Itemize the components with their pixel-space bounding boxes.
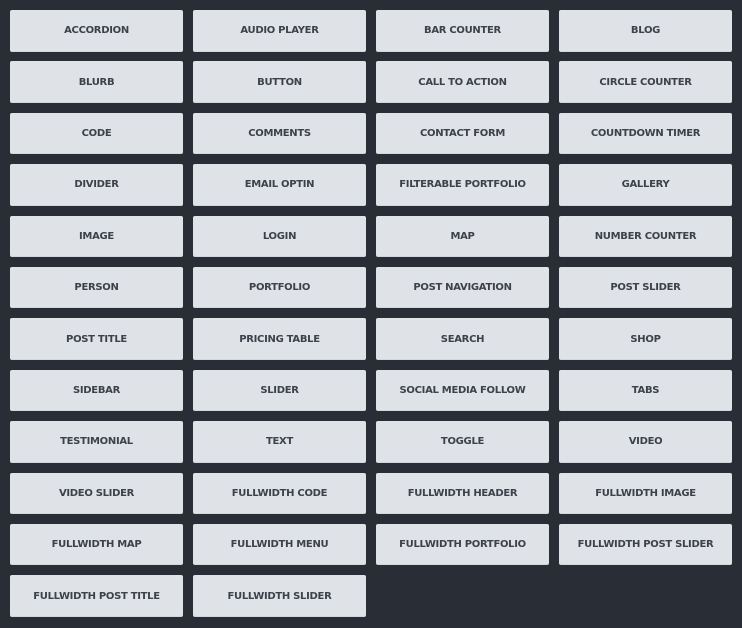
module-button-accordion[interactable]: ACCORDION <box>10 10 183 52</box>
module-button-fullwidth-portfolio[interactable]: FULLWIDTH PORTFOLIO <box>376 523 549 566</box>
module-button-text[interactable]: TEXT <box>193 421 366 463</box>
module-grid: ACCORDION AUDIO PLAYER BAR COUNTER BLOG BLUR… <box>10 10 732 617</box>
module-button-contact-form[interactable]: CONTACT FORM <box>376 112 549 155</box>
module-button-countdown-timer[interactable]: COUNTDOWN TIMER <box>559 112 732 155</box>
module-button-portfolio[interactable]: PORTFOLIO <box>193 266 366 309</box>
module-button-post-slider[interactable]: POST SLIDER <box>559 266 732 309</box>
module-button-email-optin[interactable]: EMAIL OPTIN <box>193 164 366 206</box>
module-button-divider[interactable]: DIVIDER <box>10 164 183 206</box>
module-button-fullwidth-code[interactable]: FULLWIDTH CODE <box>193 472 366 515</box>
module-button-blurb[interactable]: BLURB <box>10 61 183 103</box>
module-button-pricing-table[interactable]: PRICING TABLE <box>193 318 366 360</box>
module-button-search[interactable]: SEARCH <box>376 318 549 360</box>
module-button-toggle[interactable]: TOGGLE <box>376 421 549 463</box>
module-button-image[interactable]: IMAGE <box>10 215 183 258</box>
module-button-fullwidth-post-title[interactable]: FULLWIDTH POST TITLE <box>10 575 183 617</box>
module-button-person[interactable]: PERSON <box>10 266 183 309</box>
module-button-map[interactable]: MAP <box>376 215 549 258</box>
module-button-video-slider[interactable]: VIDEO SLIDER <box>10 472 183 515</box>
module-button-audio-player[interactable]: AUDIO PLAYER <box>193 10 366 52</box>
module-button-sidebar[interactable]: SIDEBAR <box>10 369 183 412</box>
module-button-call-to-action[interactable]: CALL TO ACTION <box>376 61 549 103</box>
module-button-fullwidth-menu[interactable]: FULLWIDTH MENU <box>193 523 366 566</box>
module-button-login[interactable]: LOGIN <box>193 215 366 258</box>
module-button-code[interactable]: CODE <box>10 112 183 155</box>
module-button-circle-counter[interactable]: CIRCLE COUNTER <box>559 61 732 103</box>
module-button-fullwidth-post-slider[interactable]: FULLWIDTH POST SLIDER <box>559 523 732 566</box>
module-button-fullwidth-image[interactable]: FULLWIDTH IMAGE <box>559 472 732 515</box>
module-button-comments[interactable]: COMMENTS <box>193 112 366 155</box>
module-button-filterable-portfolio[interactable]: FILTERABLE PORTFOLIO <box>376 164 549 206</box>
module-button-social-media-follow[interactable]: SOCIAL MEDIA FOLLOW <box>376 369 549 412</box>
module-button-bar-counter[interactable]: BAR COUNTER <box>376 10 549 52</box>
module-button-fullwidth-map[interactable]: FULLWIDTH MAP <box>10 523 183 566</box>
module-button-blog[interactable]: BLOG <box>559 10 732 52</box>
module-button-testimonial[interactable]: TESTIMONIAL <box>10 421 183 463</box>
module-button-fullwidth-slider[interactable]: FULLWIDTH SLIDER <box>193 575 366 617</box>
module-button-post-title[interactable]: POST TITLE <box>10 318 183 360</box>
module-button-number-counter[interactable]: NUMBER COUNTER <box>559 215 732 258</box>
module-button-fullwidth-header[interactable]: FULLWIDTH HEADER <box>376 472 549 515</box>
module-button-video[interactable]: VIDEO <box>559 421 732 463</box>
module-button-button[interactable]: BUTTON <box>193 61 366 103</box>
module-button-post-navigation[interactable]: POST NAVIGATION <box>376 266 549 309</box>
module-button-gallery[interactable]: GALLERY <box>559 164 732 206</box>
module-button-slider[interactable]: SLIDER <box>193 369 366 412</box>
module-button-tabs[interactable]: TABS <box>559 369 732 412</box>
module-button-shop[interactable]: SHOP <box>559 318 732 360</box>
